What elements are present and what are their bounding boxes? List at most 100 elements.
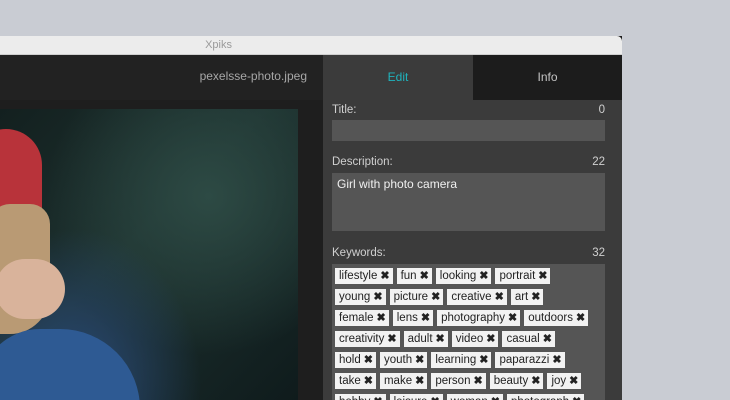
keyword-text: make [383, 375, 413, 387]
close-icon[interactable]: ✖ [569, 373, 578, 389]
close-icon[interactable]: ✖ [479, 352, 488, 368]
keyword-chip[interactable]: photograph✖ [506, 394, 585, 400]
keyword-chip[interactable]: art ✖ [510, 289, 544, 305]
description-label: Description: [332, 156, 393, 168]
keyword-text: joy [551, 375, 567, 387]
close-icon[interactable]: ✖ [486, 331, 495, 347]
close-icon[interactable]: ✖ [572, 394, 581, 400]
close-icon[interactable]: ✖ [538, 268, 547, 284]
close-icon[interactable]: ✖ [508, 310, 517, 326]
keyword-chip[interactable]: leisure✖ [389, 394, 443, 400]
keyword-chip[interactable]: lifestyle ✖ [335, 268, 393, 284]
keyword-text: creative [451, 291, 492, 303]
description-input[interactable]: Girl with photo camera [332, 173, 605, 231]
keyword-chip[interactable]: youth ✖ [379, 352, 428, 368]
keyword-text: young [339, 291, 371, 303]
window-title: Xpiks [205, 39, 232, 51]
keyword-chip[interactable]: young ✖ [335, 289, 386, 305]
close-icon[interactable]: ✖ [373, 289, 382, 305]
close-icon[interactable]: ✖ [543, 331, 552, 347]
keyword-chip[interactable]: woman✖ [446, 394, 503, 400]
keyword-chip[interactable]: learning ✖ [431, 352, 492, 368]
keyword-chip[interactable]: picture ✖ [389, 289, 444, 305]
keyword-chip[interactable]: looking ✖ [435, 268, 492, 284]
close-icon[interactable]: ✖ [364, 373, 373, 389]
keyword-chip[interactable]: female ✖ [335, 310, 389, 326]
close-icon[interactable]: ✖ [491, 394, 500, 400]
keyword-row: hobby✖leisure✖woman✖photograph✖ [335, 394, 588, 400]
keywords-box[interactable]: lifestyle ✖ fun ✖ looking ✖ portrait ✖ young ✖ pic… [332, 264, 605, 400]
tab-edit[interactable]: Edit [323, 55, 473, 100]
keyword-text: lifestyle [339, 270, 378, 282]
description-value: Girl with photo camera [337, 177, 458, 191]
close-icon[interactable]: ✖ [377, 310, 386, 326]
close-icon[interactable]: ✖ [421, 310, 430, 326]
close-icon[interactable]: ✖ [364, 352, 373, 368]
keyword-row: hold ✖ youth ✖ learning ✖ paparazzi ✖ [335, 352, 569, 368]
keyword-text: portrait [499, 270, 536, 282]
keyword-chip[interactable]: hold ✖ [335, 352, 376, 368]
keyword-text: outdoors [528, 312, 574, 324]
keyword-chip[interactable]: hobby✖ [335, 394, 386, 400]
keyword-chip[interactable]: photography ✖ [437, 310, 521, 326]
keyword-text: casual [506, 333, 540, 345]
keyword-chip[interactable]: fun ✖ [396, 268, 432, 284]
close-icon[interactable]: ✖ [415, 352, 424, 368]
description-count: 22 [592, 156, 605, 168]
keyword-chip[interactable]: beauty ✖ [489, 373, 544, 389]
tab-info[interactable]: Info [473, 55, 622, 100]
keyword-text: photograph [511, 396, 569, 400]
title-input[interactable] [332, 120, 605, 141]
keyword-text: lens [396, 312, 418, 324]
close-icon[interactable]: ✖ [387, 331, 396, 347]
preview-pane: pexelsse-photo.jpeg [0, 55, 323, 400]
keyword-text: person [435, 375, 471, 387]
close-icon[interactable]: ✖ [415, 373, 424, 389]
title-count: 0 [598, 104, 605, 116]
close-icon[interactable]: ✖ [380, 268, 389, 284]
close-icon[interactable]: ✖ [495, 289, 504, 305]
image-preview [0, 109, 298, 400]
keyword-chip[interactable]: make ✖ [379, 373, 428, 389]
close-icon[interactable]: ✖ [479, 268, 488, 284]
keyword-chip[interactable]: take ✖ [335, 373, 376, 389]
keyword-text: looking [439, 270, 477, 282]
close-icon[interactable]: ✖ [430, 394, 439, 400]
keyword-text: hold [339, 354, 361, 366]
close-icon[interactable]: ✖ [373, 394, 382, 400]
preview-header: pexelsse-photo.jpeg [0, 55, 323, 100]
keyword-chip[interactable]: outdoors ✖ [524, 310, 589, 326]
keywords-label: Keywords: [332, 247, 386, 259]
keywords-count: 32 [592, 247, 605, 259]
keyword-text: picture [393, 291, 429, 303]
photo-hand [0, 259, 65, 319]
keyword-text: fun [400, 270, 417, 282]
keyword-chip[interactable]: casual ✖ [502, 331, 555, 347]
close-icon[interactable]: ✖ [420, 268, 429, 284]
metadata-panel: Edit Info Title: 0 Description: 22 Girl … [323, 55, 622, 400]
keyword-chip[interactable]: creativity ✖ [335, 331, 400, 347]
close-icon[interactable]: ✖ [552, 352, 561, 368]
keyword-chip[interactable]: adult ✖ [403, 331, 448, 347]
keyword-chip[interactable]: paparazzi ✖ [495, 352, 565, 368]
keyword-chip[interactable]: creative ✖ [447, 289, 507, 305]
keyword-chip[interactable]: person ✖ [431, 373, 486, 389]
title-label: Title: [332, 104, 357, 116]
keyword-chip[interactable]: lens ✖ [392, 310, 434, 326]
keyword-text: photography [441, 312, 506, 324]
keyword-text: woman [451, 396, 488, 400]
app-window: Xpiks pexelsse-photo.jpeg Edit Info Titl… [0, 36, 622, 400]
tab-bar: Edit Info [323, 55, 622, 100]
keyword-text: hobby [339, 396, 370, 400]
close-icon[interactable]: ✖ [431, 289, 440, 305]
keyword-row: young ✖ picture ✖ creative ✖ art ✖ [335, 289, 547, 305]
keyword-chip[interactable]: joy ✖ [547, 373, 582, 389]
close-icon[interactable]: ✖ [576, 310, 585, 326]
keyword-chip[interactable]: portrait ✖ [495, 268, 551, 284]
keyword-text: paparazzi [499, 354, 550, 366]
keyword-chip[interactable]: video ✖ [451, 331, 499, 347]
close-icon[interactable]: ✖ [473, 373, 482, 389]
close-icon[interactable]: ✖ [436, 331, 445, 347]
close-icon[interactable]: ✖ [531, 373, 540, 389]
close-icon[interactable]: ✖ [531, 289, 540, 305]
